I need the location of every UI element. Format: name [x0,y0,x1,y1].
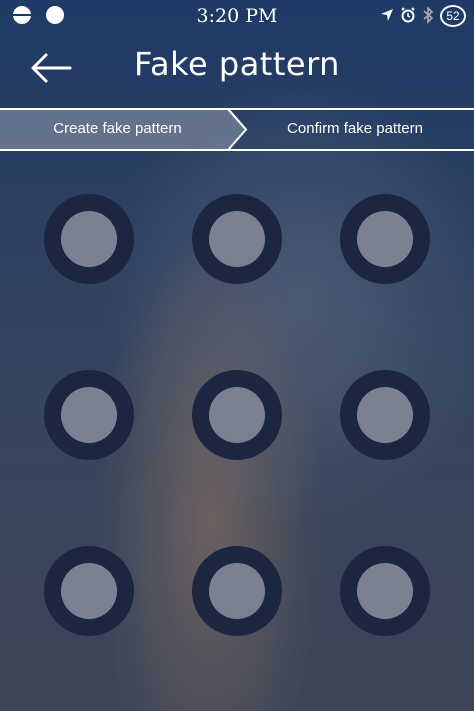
bluetooth-icon [422,5,434,27]
pattern-node-center [357,387,413,443]
pattern-node-center [357,563,413,619]
pattern-node[interactable] [44,546,134,636]
pattern-node[interactable] [192,194,282,284]
nav-bar: Fake pattern [0,30,474,108]
status-bar: 3:20 PM 52 [0,0,474,30]
pattern-node[interactable] [192,370,282,460]
pattern-node[interactable] [44,370,134,460]
pattern-grid[interactable] [0,150,474,711]
page-title: Fake pattern [134,45,340,83]
step-indicator: Create fake pattern Confirm fake pattern [0,108,474,151]
pattern-node-center [209,211,265,267]
pattern-node-center [209,563,265,619]
pattern-node[interactable] [44,194,134,284]
pattern-node-center [357,211,413,267]
step-confirm-fake-pattern: Confirm fake pattern [287,120,423,137]
pattern-node-center [61,387,117,443]
step-create-fake-pattern: Create fake pattern [53,120,182,137]
pattern-node[interactable] [340,546,430,636]
pattern-node[interactable] [192,546,282,636]
pattern-node[interactable] [340,194,430,284]
pattern-node[interactable] [340,370,430,460]
pattern-node-center [61,563,117,619]
alarm-icon [400,6,416,26]
battery-indicator: 52 [440,5,466,27]
location-arrow-icon [380,8,394,25]
status-icons: 52 [380,3,466,29]
pattern-node-center [209,387,265,443]
pattern-node-center [61,211,117,267]
